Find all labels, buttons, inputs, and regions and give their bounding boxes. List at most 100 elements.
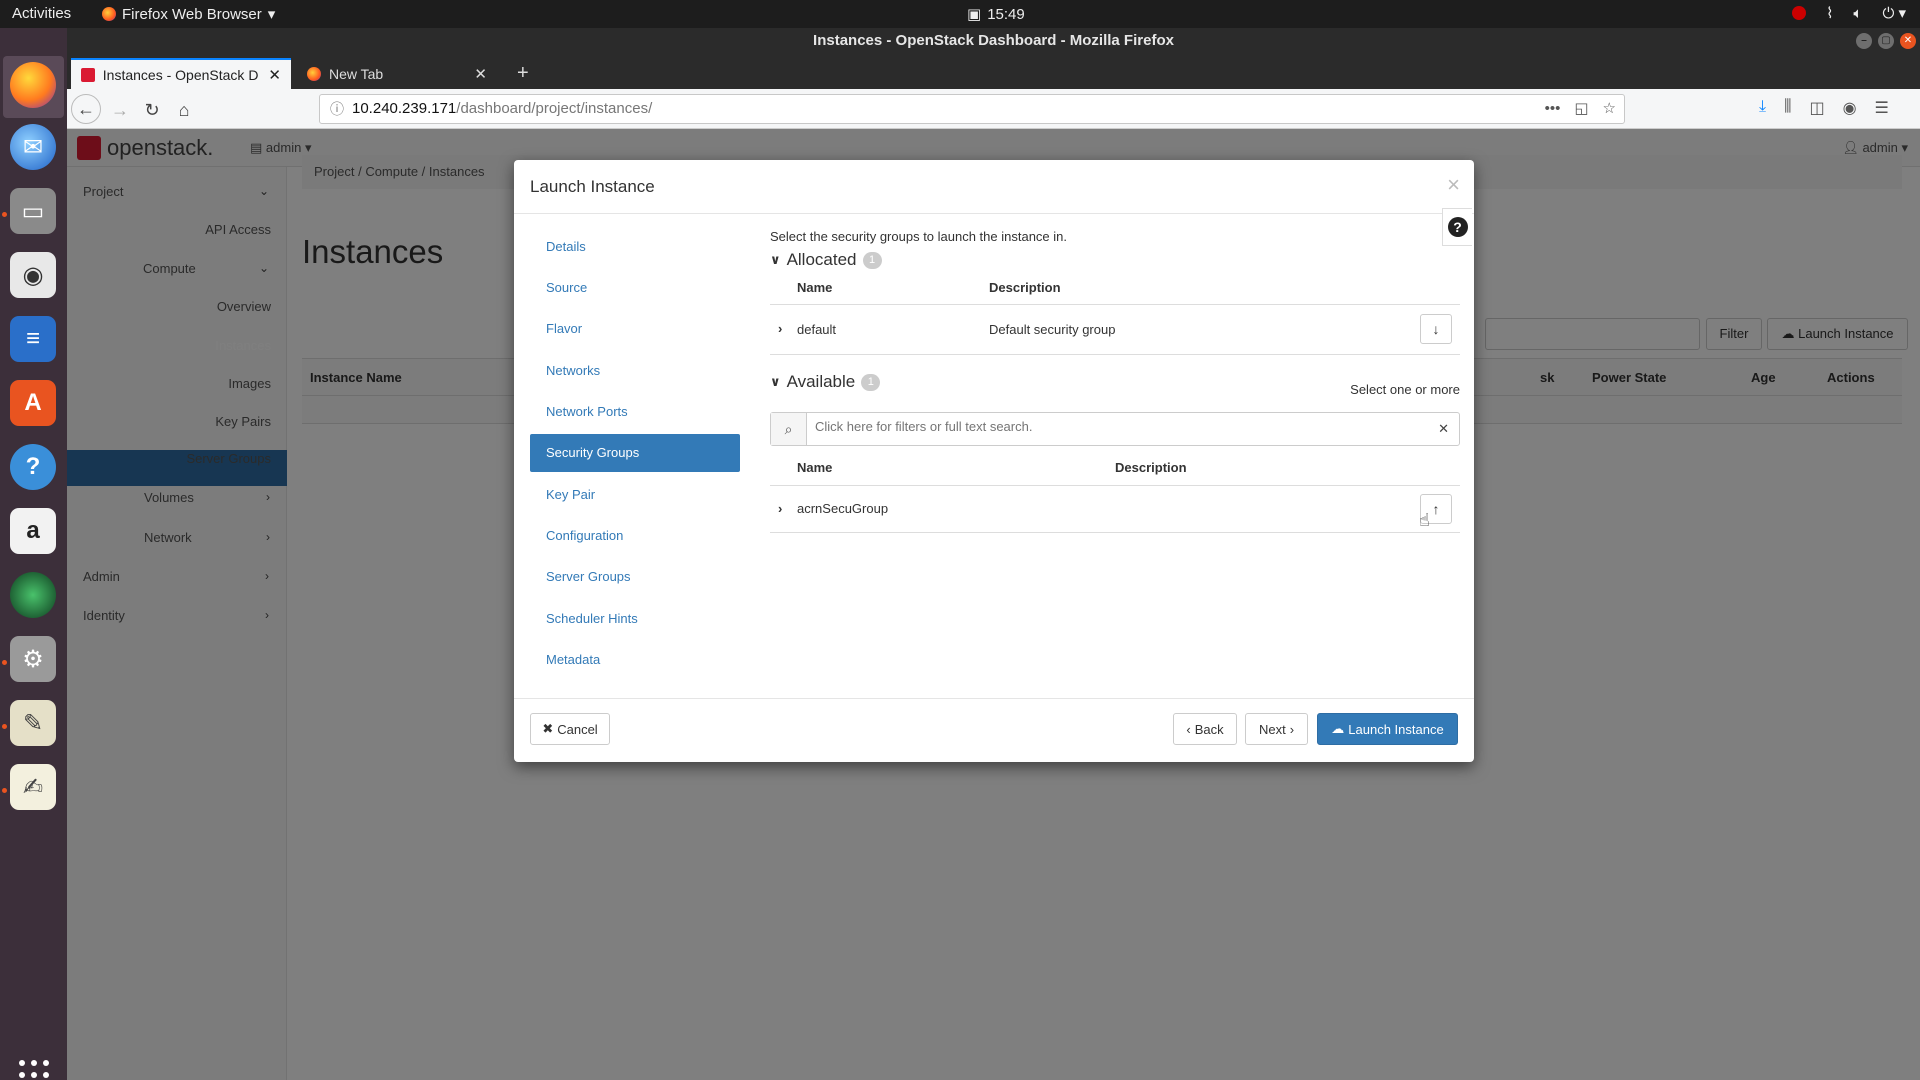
writer-icon[interactable]: ≡ [10, 316, 56, 362]
app-menu-label: Firefox Web Browser [122, 5, 262, 23]
new-tab-button[interactable]: + [507, 58, 539, 89]
available-search-box[interactable]: ⌕ ✕ [770, 412, 1460, 446]
photos-icon[interactable]: ✎ [10, 700, 56, 746]
volume-icon: 🔈︎ [1853, 4, 1863, 22]
network-icon: ⌇ [1826, 5, 1834, 22]
cancel-button[interactable]: ✖ Cancel [530, 713, 610, 745]
tab-new-tab[interactable]: New Tab ✕ [297, 58, 497, 89]
navigation-toolbar: ← → ↻ ⌂ ⓘ 10.240.239.171/dashboard/proje… [67, 89, 1920, 129]
system-top-bar: Activities Firefox Web Browser ▾ ▣ 15:49… [0, 0, 1920, 28]
wizard-step-security-groups[interactable]: Security Groups [530, 434, 740, 472]
page-actions-icon[interactable]: ••• [1545, 95, 1561, 123]
close-window-icon[interactable]: ✕ [1900, 33, 1916, 49]
allocated-row-description: Default security group [989, 322, 1116, 337]
sidebar-icon[interactable]: ◫ [1809, 98, 1824, 118]
bookmark-star-icon[interactable]: ☆ [1603, 95, 1616, 123]
menu-icon[interactable]: ☰ [1875, 98, 1889, 118]
text-editor-icon[interactable]: ✍ [10, 764, 56, 810]
wizard-step-flavor[interactable]: Flavor [530, 310, 740, 348]
cloud-upload-icon: ☁ [1331, 721, 1345, 736]
files-icon[interactable]: ▭ [10, 188, 56, 234]
close-tab-icon[interactable]: ✕ [474, 65, 487, 83]
wizard-step-server-groups[interactable]: Server Groups [530, 558, 740, 596]
chevron-right-icon[interactable]: › [778, 501, 782, 516]
openstack-favicon-icon [81, 67, 95, 82]
chevron-right-icon[interactable]: › [778, 321, 782, 336]
forward-icon[interactable]: → [107, 97, 133, 123]
rhythmbox-icon[interactable]: ◉ [10, 252, 56, 298]
close-icon[interactable]: × [1447, 172, 1460, 198]
back-label: Back [1194, 721, 1224, 737]
firefox-icon [102, 7, 116, 21]
wizard-step-network-ports[interactable]: Network Ports [530, 393, 740, 431]
table-row: › default Default security group ↓ [770, 305, 1460, 353]
available-row-name: acrnSecuGroup [797, 501, 889, 516]
chevron-left-icon: ‹ [1186, 721, 1191, 737]
search-icon: ⌕ [771, 413, 807, 445]
help-button[interactable]: ? [1442, 208, 1472, 246]
allocated-title: Allocated [786, 250, 857, 269]
back-button[interactable]: ‹ Back [1173, 713, 1237, 745]
allocated-count-badge: 1 [862, 251, 882, 269]
tab-label: Instances - OpenStack D [102, 66, 259, 83]
running-indicator [2, 212, 7, 217]
arrow-up-icon: ↑ [1432, 501, 1440, 517]
wizard-step-scheduler-hints[interactable]: Scheduler Hints [530, 600, 740, 638]
allocated-section-toggle[interactable]: ∨ Allocated 1 [770, 250, 882, 270]
clear-search-icon[interactable]: ✕ [1438, 421, 1449, 437]
account-icon[interactable]: ◉ [1843, 98, 1857, 118]
wizard-step-source[interactable]: Source [530, 269, 740, 307]
help-icon[interactable]: ? [10, 444, 56, 490]
caret-down-icon: ▾ [267, 6, 276, 23]
wizard-step-key-pair[interactable]: Key Pair [530, 476, 740, 514]
url-bar[interactable]: ⓘ 10.240.239.171/dashboard/project/insta… [319, 94, 1625, 124]
allocated-col-name: Name [797, 280, 833, 295]
window-title-bar: Instances - OpenStack Dashboard - Mozill… [67, 28, 1920, 54]
system-tray[interactable]: ⌇ 🔈︎ ⏻ ▾ [1792, 4, 1906, 22]
app-icon[interactable] [10, 572, 56, 618]
running-indicator [2, 660, 7, 665]
maximize-icon[interactable]: ▢ [1878, 33, 1894, 49]
wizard-step-networks[interactable]: Networks [530, 352, 740, 390]
launch-instance-submit-button[interactable]: ☁ Launch Instance [1317, 713, 1458, 745]
pocket-icon[interactable]: ◱ [1574, 95, 1588, 123]
app-menu[interactable]: Firefox Web Browser ▾ [102, 5, 275, 23]
help-icon: ? [1447, 217, 1468, 237]
wizard-step-configuration[interactable]: Configuration [530, 517, 740, 555]
thunderbird-icon[interactable]: ✉ [10, 124, 56, 170]
arrow-down-icon: ↓ [1432, 321, 1440, 337]
home-icon[interactable]: ⌂ [171, 97, 197, 123]
site-info-icon[interactable]: ⓘ [330, 95, 344, 123]
amazon-icon[interactable]: a [10, 508, 56, 554]
deallocate-button[interactable]: ↓ [1420, 314, 1452, 344]
show-applications-icon[interactable] [19, 1060, 49, 1080]
software-icon[interactable]: A [10, 380, 56, 426]
tab-instances[interactable]: Instances - OpenStack D ✕ [71, 58, 291, 89]
search-input[interactable] [815, 419, 1415, 434]
download-icon[interactable]: ⤓ [1759, 98, 1766, 118]
help-text: Select the security groups to launch the… [770, 229, 1068, 244]
available-count-badge: 1 [861, 373, 881, 391]
available-section-toggle[interactable]: ∨ Available 1 [770, 372, 881, 392]
wizard-step-label: Scheduler Hints [546, 611, 638, 626]
minimize-icon[interactable]: – [1856, 33, 1872, 49]
wizard-step-label: Networks [546, 363, 601, 378]
calendar-icon: ▣ [967, 6, 982, 23]
reload-icon[interactable]: ↻ [139, 97, 165, 123]
window-title: Instances - OpenStack Dashboard - Mozill… [813, 32, 1174, 49]
clock[interactable]: ▣ 15:49 [967, 5, 1025, 24]
library-icon[interactable]: ⫼ [1784, 98, 1791, 118]
activities-button[interactable]: Activities [12, 5, 71, 22]
available-col-description: Description [1115, 460, 1187, 475]
next-button[interactable]: Next › [1245, 713, 1308, 745]
wizard-step-metadata[interactable]: Metadata [530, 641, 740, 679]
tools-icon[interactable]: ⚙ [10, 636, 56, 682]
back-icon[interactable]: ← [71, 94, 101, 124]
power-icon: ⏻ ▾ [1882, 5, 1906, 22]
firefox-icon[interactable] [10, 62, 56, 108]
firefox-favicon-icon [307, 66, 321, 81]
available-title: Available [786, 372, 856, 391]
close-tab-icon[interactable]: ✕ [268, 66, 281, 84]
wizard-step-details[interactable]: Details [530, 228, 740, 266]
wizard-step-label: Network Ports [546, 404, 628, 419]
